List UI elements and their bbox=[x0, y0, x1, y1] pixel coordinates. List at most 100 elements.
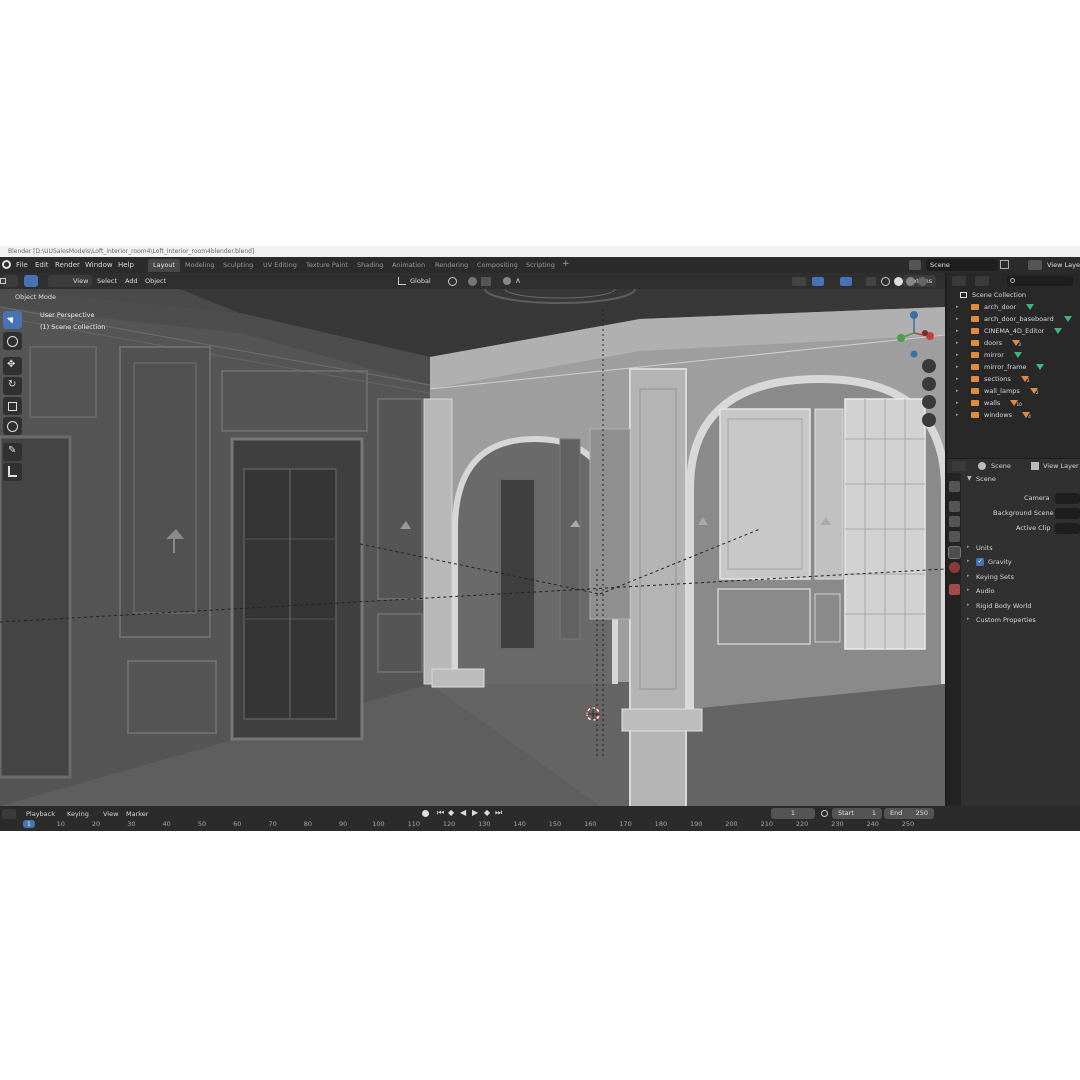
jump-start-icon[interactable]: ⏮ bbox=[437, 808, 444, 818]
wireframe-shading-icon[interactable] bbox=[881, 277, 890, 286]
view-layer-icon[interactable] bbox=[1028, 260, 1042, 270]
annotate-icon[interactable]: ✎ bbox=[3, 443, 22, 461]
menu-marker[interactable]: Marker bbox=[126, 810, 148, 818]
snap-target-icon[interactable] bbox=[481, 277, 491, 286]
outliner-item[interactable]: ▸ arch_door bbox=[947, 301, 1080, 313]
timeline-editor-icon[interactable] bbox=[2, 809, 16, 819]
scene-panel-title[interactable]: Scene bbox=[976, 473, 996, 485]
outliner-item[interactable]: ▸ arch_door_baseboard bbox=[947, 313, 1080, 325]
xray-icon[interactable] bbox=[866, 277, 876, 286]
menu-file[interactable]: File bbox=[16, 257, 28, 273]
visibility-icon[interactable] bbox=[792, 277, 806, 286]
new-scene-icon[interactable] bbox=[1000, 260, 1009, 269]
zoom-icon[interactable] bbox=[922, 359, 936, 373]
chevron-right-icon[interactable]: ▸ bbox=[956, 325, 959, 337]
jump-end-icon[interactable]: ⏭ bbox=[495, 808, 502, 818]
properties-section[interactable]: ▸ Keying Sets bbox=[963, 571, 1080, 583]
menu-help[interactable]: Help bbox=[118, 257, 134, 273]
overlay-icon[interactable] bbox=[840, 277, 852, 286]
tab-animation[interactable]: Animation bbox=[387, 259, 430, 272]
chevron-right-icon[interactable]: ▸ bbox=[956, 397, 959, 409]
properties-section[interactable]: ▸ Rigid Body World bbox=[963, 600, 1080, 612]
start-frame-field[interactable]: Start 1 bbox=[832, 808, 882, 819]
chevron-right-icon[interactable]: ▸ bbox=[967, 602, 970, 608]
tab-layout[interactable]: Layout bbox=[148, 259, 181, 272]
move-icon[interactable]: ✥ bbox=[3, 357, 22, 375]
world-tab-icon[interactable] bbox=[949, 562, 960, 573]
outliner-item[interactable]: ▸ doors 3 bbox=[947, 337, 1080, 349]
rotate-icon[interactable]: ↻ bbox=[3, 377, 22, 395]
menu-view[interactable]: View bbox=[69, 275, 92, 287]
outliner-item[interactable]: ▸ wall_lamps 2 bbox=[947, 385, 1080, 397]
end-frame-field[interactable]: End 250 bbox=[884, 808, 934, 819]
blender-logo-icon[interactable] bbox=[2, 260, 11, 269]
measure-icon[interactable] bbox=[3, 463, 22, 481]
chevron-right-icon[interactable]: ▸ bbox=[956, 385, 959, 397]
search-input[interactable] bbox=[1007, 276, 1073, 286]
menu-keying[interactable]: Keying bbox=[67, 810, 89, 818]
chevron-right-icon[interactable]: ▸ bbox=[956, 349, 959, 361]
play-reverse-icon[interactable]: ◀ bbox=[460, 808, 466, 817]
texture-tab-icon[interactable] bbox=[949, 584, 960, 595]
background-scene-field[interactable] bbox=[1055, 508, 1080, 519]
scene-icon[interactable] bbox=[909, 260, 921, 270]
tab-scripting[interactable]: Scripting bbox=[521, 259, 560, 272]
material-shading-icon[interactable] bbox=[906, 277, 915, 286]
chevron-right-icon[interactable]: ▸ bbox=[967, 587, 970, 593]
menu-render[interactable]: Render bbox=[55, 257, 80, 273]
chevron-right-icon[interactable]: ▸ bbox=[956, 361, 959, 373]
tab-shading[interactable]: Shading bbox=[352, 259, 388, 272]
scene-selector[interactable]: Scene bbox=[926, 259, 998, 271]
chevron-right-icon[interactable]: ▸ bbox=[956, 373, 959, 385]
pivot-icon[interactable] bbox=[448, 277, 457, 286]
menu-window[interactable]: Window bbox=[85, 257, 113, 273]
outliner-root[interactable]: Scene Collection bbox=[947, 289, 1080, 301]
current-frame-field[interactable]: 1 bbox=[771, 808, 815, 819]
chevron-right-icon[interactable]: ▸ bbox=[956, 337, 959, 349]
camera-field[interactable] bbox=[1055, 493, 1080, 504]
gizmo-icon[interactable] bbox=[812, 277, 824, 286]
record-icon[interactable] bbox=[422, 810, 429, 817]
properties-section[interactable]: ▸ Audio bbox=[963, 585, 1080, 597]
next-key-icon[interactable]: ◆ bbox=[484, 808, 490, 817]
grid-icon[interactable] bbox=[922, 413, 936, 427]
properties-section[interactable]: ▸ ✓ Gravity bbox=[963, 556, 1080, 568]
rendered-shading-icon[interactable] bbox=[918, 277, 927, 286]
tab-sculpting[interactable]: Sculpting bbox=[218, 259, 258, 272]
chevron-right-icon[interactable]: ▸ bbox=[956, 409, 959, 421]
menu-timeline-view[interactable]: View bbox=[103, 810, 118, 818]
menu-object[interactable]: Object bbox=[141, 275, 170, 287]
snap-icon[interactable] bbox=[468, 277, 477, 286]
hand-icon[interactable] bbox=[922, 377, 936, 391]
tab-texture-paint[interactable]: Texture Paint bbox=[301, 259, 353, 272]
object-mode-label[interactable]: Object Mode bbox=[15, 291, 56, 303]
chevron-right-icon[interactable]: ▸ bbox=[967, 573, 970, 579]
add-workspace-icon[interactable]: + bbox=[562, 259, 570, 269]
gravity-checkbox[interactable]: ✓ bbox=[976, 558, 984, 567]
falloff-icon[interactable]: ∧ bbox=[515, 276, 521, 285]
view-layer-props-tab-icon[interactable] bbox=[949, 531, 960, 542]
tab-modeling[interactable]: Modeling bbox=[180, 259, 220, 272]
outliner-editor-icon[interactable] bbox=[952, 276, 966, 286]
properties-editor-icon[interactable] bbox=[952, 461, 966, 471]
outliner-item[interactable]: ▸ sections 2 bbox=[947, 373, 1080, 385]
select-mode-icon[interactable] bbox=[24, 275, 38, 287]
proportional-edit-icon[interactable] bbox=[503, 277, 511, 285]
outliner-item[interactable]: ▸ CINEMA_4D_Editor bbox=[947, 325, 1080, 337]
solid-shading-icon[interactable] bbox=[894, 277, 903, 286]
scene-props-tab-icon[interactable] bbox=[948, 546, 961, 559]
outliner-item[interactable]: ▸ mirror_frame bbox=[947, 361, 1080, 373]
menu-edit[interactable]: Edit bbox=[35, 257, 49, 273]
prev-key-icon[interactable]: ◆ bbox=[448, 808, 454, 817]
3d-viewport[interactable]: User Perspective (1) Scene Collection ✥ … bbox=[0, 289, 945, 806]
outliner-item[interactable]: ▸ windows 4 bbox=[947, 409, 1080, 421]
outliner-item[interactable]: ▸ walls 10 bbox=[947, 397, 1080, 409]
chevron-right-icon[interactable]: ▸ bbox=[956, 313, 959, 325]
properties-section[interactable]: ▸ Units bbox=[963, 542, 1080, 554]
cursor-icon[interactable] bbox=[3, 311, 22, 329]
render-tab-icon[interactable] bbox=[949, 501, 960, 512]
tool-tab-icon[interactable] bbox=[949, 481, 960, 492]
chevron-right-icon[interactable]: ▸ bbox=[967, 544, 970, 550]
menu-playback[interactable]: Playback bbox=[26, 810, 55, 818]
output-tab-icon[interactable] bbox=[949, 516, 960, 527]
